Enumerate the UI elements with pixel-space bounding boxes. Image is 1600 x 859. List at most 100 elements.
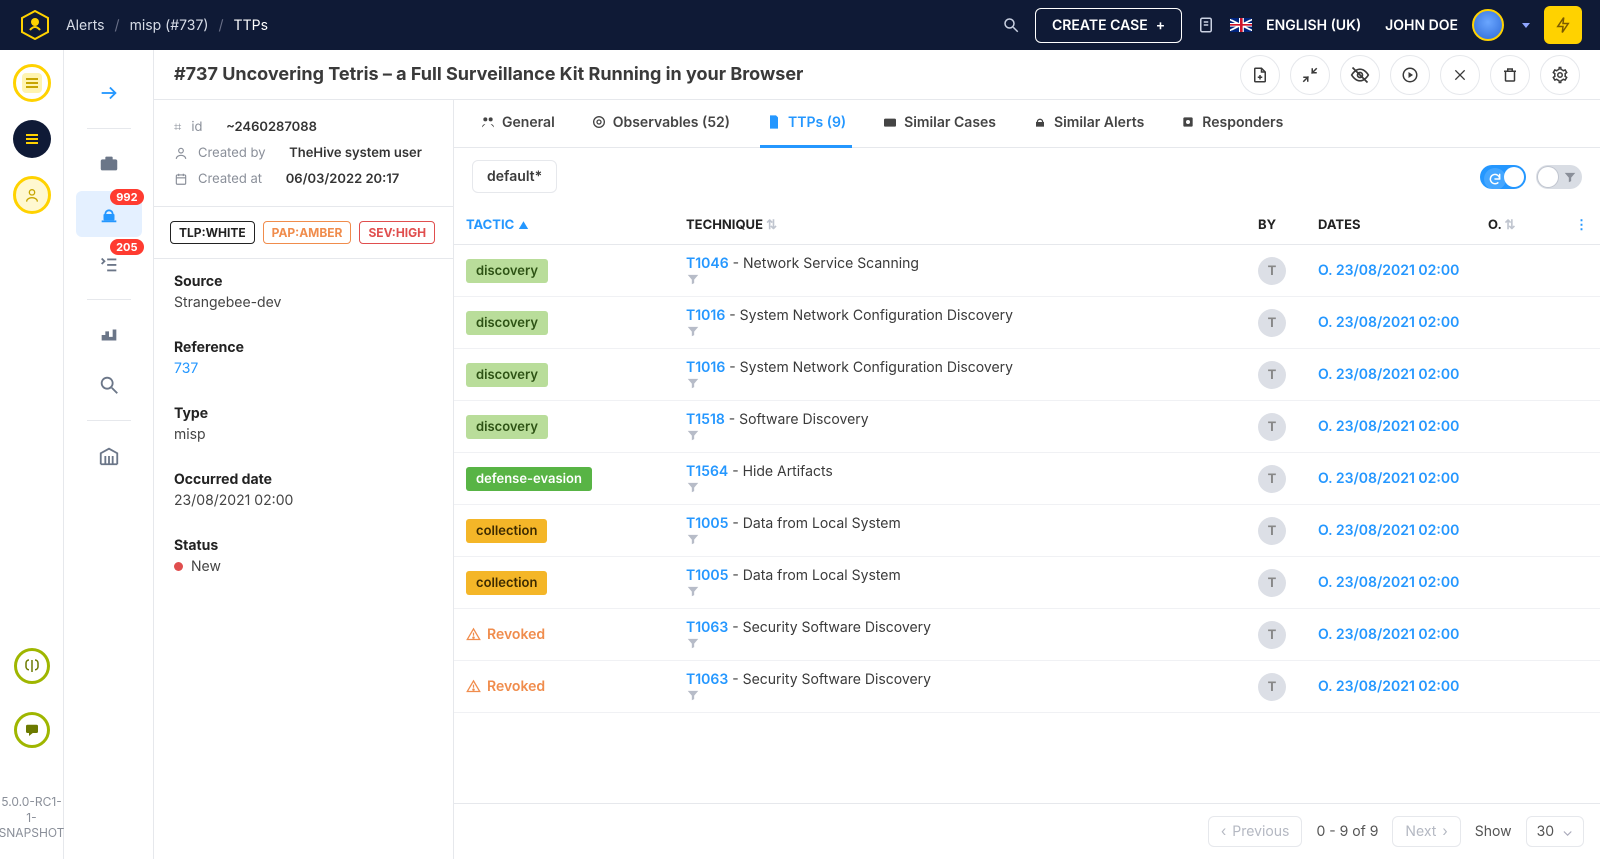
table-row[interactable]: discoveryT1016 - System Network Configur… (454, 349, 1600, 401)
chevron-down-icon[interactable] (1522, 23, 1530, 28)
create-case-button[interactable]: CREATE CASE + (1035, 8, 1182, 43)
tactic-pill[interactable]: discovery (466, 363, 548, 387)
by-avatar[interactable]: T (1258, 569, 1286, 597)
chat-icon[interactable] (14, 712, 50, 748)
tlp-tag[interactable]: TLP:WHITE (170, 221, 255, 244)
funnel-icon[interactable] (686, 688, 1258, 702)
funnel-icon[interactable] (686, 480, 1258, 494)
prev-button[interactable]: ‹Previous (1208, 816, 1303, 847)
table-row[interactable]: discoveryT1016 - System Network Configur… (454, 297, 1600, 349)
sev-tag[interactable]: SEV:HIGH (359, 221, 435, 244)
date-cell[interactable]: O. 23/08/2021 02:00 (1318, 678, 1488, 695)
tab-observables[interactable]: Observables (52) (585, 100, 736, 148)
funnel-icon[interactable] (686, 376, 1258, 390)
delete-button[interactable] (1490, 55, 1530, 95)
nav-dashboards[interactable] (76, 312, 142, 358)
col-dates[interactable]: DATES (1318, 217, 1488, 233)
search-icon[interactable] (1001, 15, 1021, 35)
by-avatar[interactable]: T (1258, 413, 1286, 441)
org-icon-1[interactable] (13, 64, 51, 102)
technique-id[interactable]: T1046 (686, 255, 729, 272)
technique-id[interactable]: T1518 (686, 411, 725, 428)
by-avatar[interactable]: T (1258, 517, 1286, 545)
tactic-pill[interactable]: discovery (466, 259, 548, 283)
new-file-button[interactable] (1240, 55, 1280, 95)
next-button[interactable]: Next› (1392, 816, 1460, 847)
date-cell[interactable]: O. 23/08/2021 02:00 (1318, 314, 1488, 331)
technique-id[interactable]: T1063 (686, 671, 728, 688)
pap-tag[interactable]: PAP:AMBER (263, 221, 352, 244)
page-size-select[interactable]: 30⌄ (1526, 816, 1584, 847)
technique-id[interactable]: T1005 (686, 567, 728, 584)
nav-cases[interactable] (76, 141, 142, 187)
bolt-button[interactable] (1544, 6, 1582, 44)
brain-icon[interactable] (14, 648, 50, 684)
breadcrumb-misp[interactable]: misp (#737) (130, 17, 209, 34)
filter-toggle[interactable] (1536, 165, 1582, 189)
tab-similar-alerts[interactable]: Similar Alerts (1026, 100, 1150, 148)
nav-search[interactable] (76, 362, 142, 408)
funnel-icon[interactable] (686, 584, 1258, 598)
autorefresh-toggle[interactable] (1480, 165, 1526, 189)
technique-id[interactable]: T1016 (686, 359, 725, 376)
col-tactic[interactable]: TACTIC▲ (466, 217, 686, 233)
table-row[interactable]: RevokedT1063 - Security Software Discove… (454, 661, 1600, 713)
tactic-pill[interactable]: defense-evasion (466, 467, 592, 491)
tab-general[interactable]: General (474, 100, 561, 148)
close-button[interactable] (1440, 55, 1480, 95)
org-icon-3[interactable] (13, 176, 51, 214)
by-avatar[interactable]: T (1258, 465, 1286, 493)
col-o[interactable]: O. ⇅ (1488, 217, 1548, 233)
run-button[interactable] (1390, 55, 1430, 95)
date-cell[interactable]: O. 23/08/2021 02:00 (1318, 626, 1488, 643)
by-avatar[interactable]: T (1258, 309, 1286, 337)
tab-responders[interactable]: Responders (1174, 100, 1289, 148)
tactic-pill[interactable]: collection (466, 571, 547, 595)
by-avatar[interactable]: T (1258, 673, 1286, 701)
nav-enter[interactable] (76, 70, 142, 116)
funnel-icon[interactable] (686, 532, 1258, 546)
settings-button[interactable] (1540, 55, 1580, 95)
date-cell[interactable]: O. 23/08/2021 02:00 (1318, 522, 1488, 539)
by-avatar[interactable]: T (1258, 621, 1286, 649)
table-row[interactable]: discoveryT1046 - Network Service Scannin… (454, 245, 1600, 297)
tactic-pill[interactable]: collection (466, 519, 547, 543)
app-logo[interactable] (18, 8, 52, 42)
funnel-icon[interactable] (686, 272, 1258, 286)
collapse-button[interactable] (1290, 55, 1330, 95)
technique-id[interactable]: T1063 (686, 619, 728, 636)
tab-ttps[interactable]: TTPs (9) (760, 100, 852, 148)
language-selector[interactable]: ENGLISH (UK) (1266, 17, 1361, 34)
tactic-pill[interactable]: discovery (466, 311, 548, 335)
tactic-pill[interactable]: discovery (466, 415, 548, 439)
technique-id[interactable]: T1005 (686, 515, 728, 532)
date-cell[interactable]: O. 23/08/2021 02:00 (1318, 574, 1488, 591)
avatar[interactable] (1472, 9, 1504, 41)
org-icon-2[interactable] (13, 120, 51, 158)
reference-link[interactable]: 737 (174, 360, 433, 377)
breadcrumb-alerts[interactable]: Alerts (66, 17, 105, 34)
table-row[interactable]: collectionT1005 - Data from Local System… (454, 505, 1600, 557)
by-avatar[interactable]: T (1258, 361, 1286, 389)
col-by[interactable]: BY (1258, 217, 1318, 233)
date-cell[interactable]: O. 23/08/2021 02:00 (1318, 366, 1488, 383)
funnel-icon[interactable] (686, 324, 1258, 338)
filter-preset-button[interactable]: default* (472, 160, 557, 193)
by-avatar[interactable]: T (1258, 257, 1286, 285)
nav-alerts[interactable]: 992 (76, 191, 142, 237)
tab-similar-cases[interactable]: Similar Cases (876, 100, 1002, 148)
technique-id[interactable]: T1016 (686, 307, 725, 324)
column-options-icon[interactable]: ⋮ (1548, 217, 1588, 233)
hide-button[interactable] (1340, 55, 1380, 95)
username-label[interactable]: JOHN DOE (1385, 17, 1458, 34)
table-row[interactable]: defense-evasionT1564 - Hide Artifacts TO… (454, 453, 1600, 505)
docs-icon[interactable] (1196, 15, 1216, 35)
nav-org[interactable] (76, 433, 142, 479)
table-row[interactable]: RevokedT1063 - Security Software Discove… (454, 609, 1600, 661)
table-row[interactable]: discoveryT1518 - Software Discovery TO. … (454, 401, 1600, 453)
date-cell[interactable]: O. 23/08/2021 02:00 (1318, 470, 1488, 487)
nav-tasks[interactable]: 205 (76, 241, 142, 287)
funnel-icon[interactable] (686, 636, 1258, 650)
table-row[interactable]: collectionT1005 - Data from Local System… (454, 557, 1600, 609)
funnel-icon[interactable] (686, 428, 1258, 442)
